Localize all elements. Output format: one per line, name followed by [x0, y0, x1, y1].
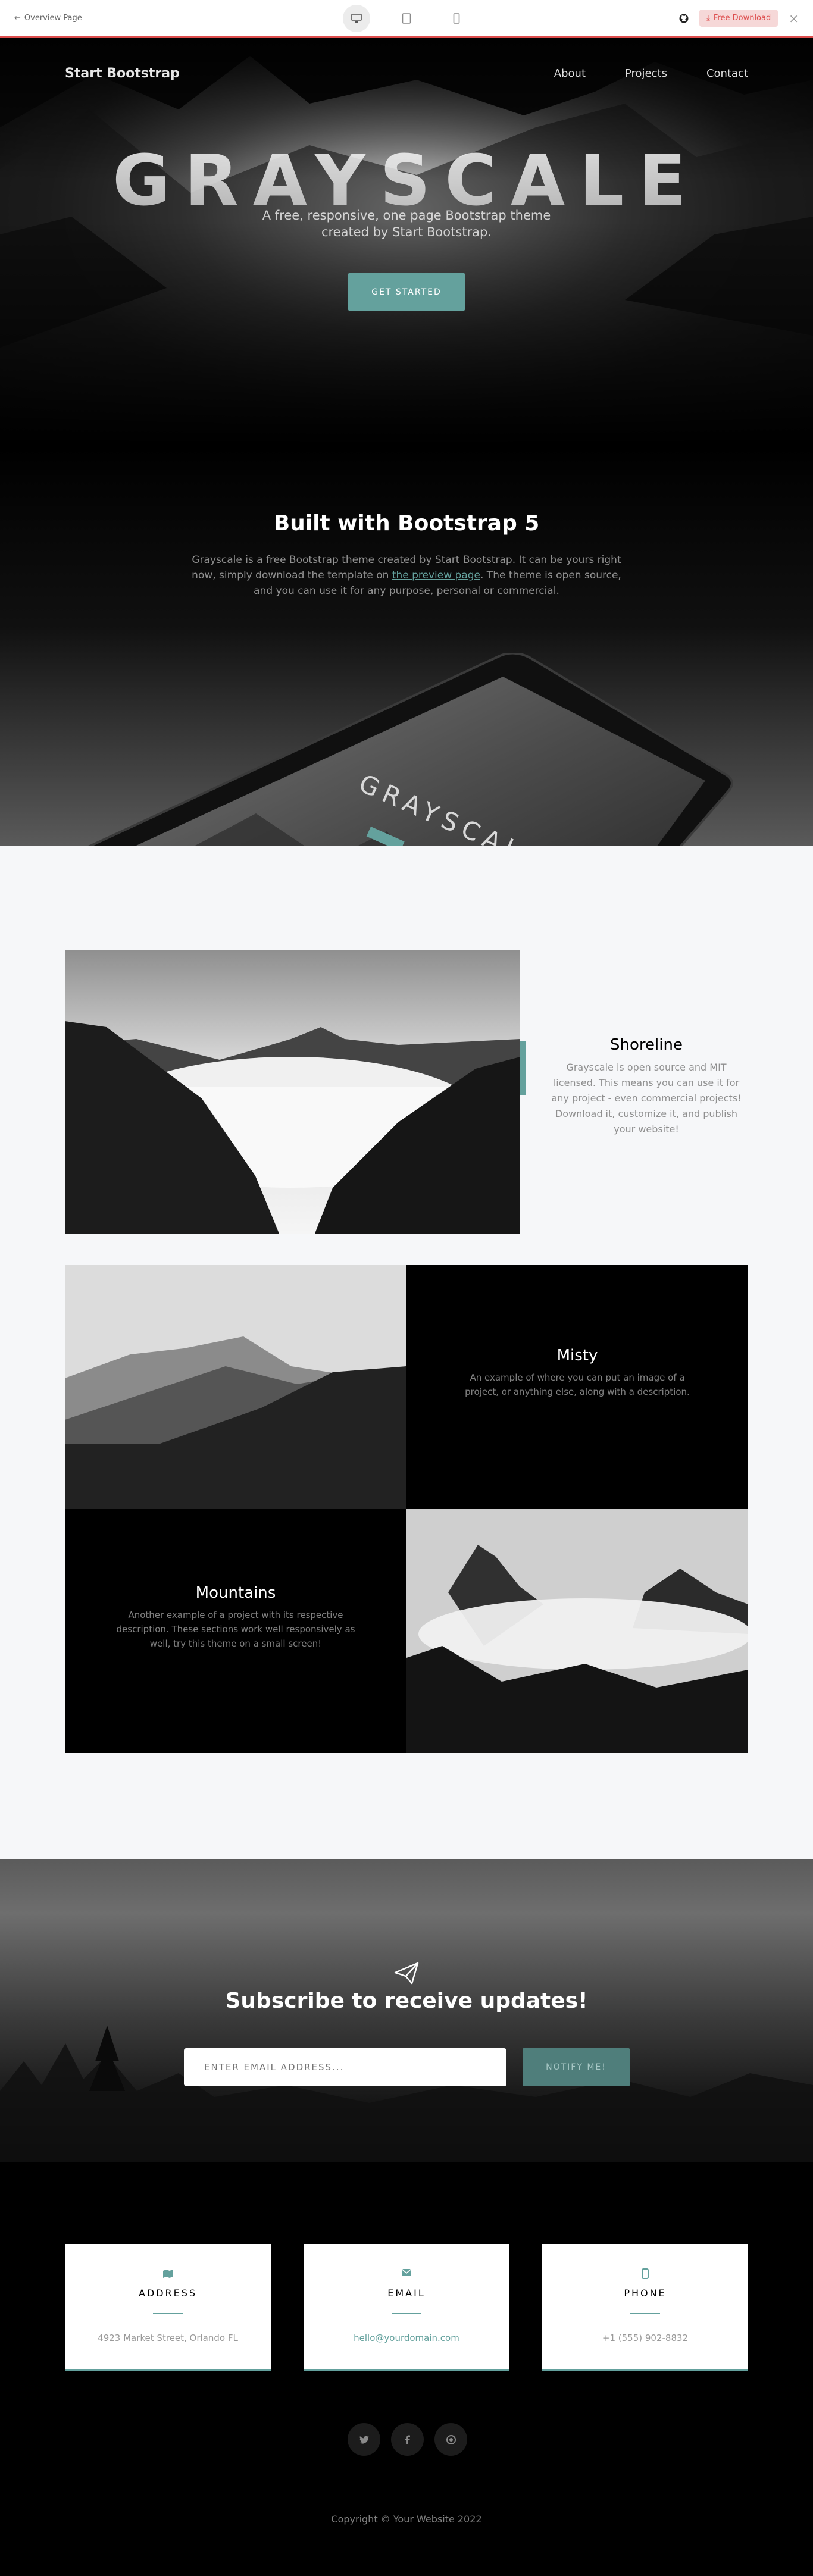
- github-icon: [446, 2434, 456, 2444]
- address-card: ADDRESS 4923 Market Street, Orlando FL: [65, 2244, 271, 2371]
- contact-section: ADDRESS 4923 Market Street, Orlando FL E…: [0, 2162, 813, 2576]
- tablet-mockup-image: GRAYSCALE: [88, 653, 733, 846]
- nav-link-about[interactable]: About: [554, 67, 586, 80]
- hero-mountain-image: [0, 38, 813, 446]
- about-title: Built with Bootstrap 5: [273, 511, 540, 536]
- free-download-button[interactable]: ⤓ Free Download: [699, 10, 778, 27]
- twitter-button[interactable]: [348, 2423, 380, 2456]
- get-started-button[interactable]: GET STARTED: [348, 273, 465, 311]
- navbar-brand[interactable]: Start Bootstrap: [65, 66, 180, 81]
- mountains-text: Mountains Another example of a project w…: [65, 1584, 406, 1651]
- facebook-button[interactable]: [391, 2423, 424, 2456]
- social-links: [348, 2423, 467, 2456]
- preview-toolbar: ← Overview Page ⤓ Free Download ×: [0, 0, 813, 38]
- misty-card: Misty An example of where you can put an…: [406, 1265, 748, 1509]
- tablet-icon: [402, 12, 411, 24]
- misty-title: Misty: [556, 1347, 598, 1364]
- preview-page-link[interactable]: the preview page: [392, 569, 480, 581]
- about-section: Built with Bootstrap 5 Grayscale is a fr…: [0, 446, 813, 846]
- nav-link-contact[interactable]: Contact: [706, 67, 748, 80]
- phone-label: PHONE: [624, 2287, 667, 2299]
- nav-links: About Projects Contact: [554, 67, 748, 80]
- close-icon[interactable]: ×: [789, 11, 799, 26]
- map-icon: [163, 2270, 173, 2278]
- misty-description: An example of where you can put an image…: [465, 1372, 690, 1397]
- nav-link-projects[interactable]: Projects: [625, 67, 667, 80]
- arrow-left-icon: ←: [14, 14, 21, 23]
- copyright-text: Copyright © Your Website 2022: [331, 2514, 482, 2525]
- main-navbar: Start Bootstrap About Projects Contact: [0, 62, 813, 84]
- mountains-title: Mountains: [195, 1584, 276, 1602]
- mountains-description: Another example of a project with its re…: [116, 1610, 355, 1649]
- phone-icon: [453, 12, 460, 24]
- divider: [392, 2313, 421, 2314]
- mountains-card: Mountains Another example of a project w…: [65, 1509, 406, 1753]
- desktop-view-button[interactable]: [343, 4, 370, 32]
- desktop-icon: [351, 13, 362, 23]
- tablet-view-button[interactable]: [393, 5, 420, 32]
- mobile-icon: [642, 2268, 649, 2279]
- featured-accent-bar: [520, 1041, 526, 1095]
- featured-project-title: Shoreline: [610, 1036, 683, 1054]
- misty-mountains-image: [65, 1265, 406, 1509]
- free-download-label: Free Download: [713, 14, 771, 23]
- projects-section: Shoreline Grayscale is open source and M…: [0, 846, 813, 1859]
- divider: [630, 2313, 660, 2314]
- phone-card: PHONE +1 (555) 902-8832: [542, 2244, 748, 2371]
- about-text: Grayscale is a free Bootstrap theme crea…: [187, 552, 626, 599]
- device-switcher: [343, 4, 470, 32]
- address-label: ADDRESS: [138, 2287, 198, 2299]
- paper-plane-icon: [394, 1962, 419, 1985]
- email-link[interactable]: hello@yourdomain.com: [304, 2333, 509, 2343]
- phone-view-button[interactable]: [443, 5, 470, 32]
- mountains-image: [406, 1509, 748, 1753]
- overview-label: Overview Page: [24, 14, 82, 23]
- preview-actions: ⤓ Free Download ×: [679, 10, 799, 27]
- github-icon[interactable]: [679, 14, 689, 23]
- featured-project-description: Grayscale is open source and MIT license…: [551, 1062, 742, 1135]
- github-button[interactable]: [434, 2423, 467, 2456]
- email-card: EMAIL hello@yourdomain.com: [304, 2244, 509, 2371]
- featured-project-image: [65, 950, 520, 1234]
- masthead: Start Bootstrap About Projects Contact G…: [0, 38, 813, 446]
- signup-section: Subscribe to receive updates! NOTIFY ME!: [0, 1859, 813, 2162]
- facebook-icon: [405, 2435, 410, 2444]
- phone-value: +1 (555) 902-8832: [602, 2333, 689, 2343]
- email-input[interactable]: [184, 2048, 506, 2086]
- divider: [153, 2313, 183, 2314]
- email-label: EMAIL: [387, 2287, 426, 2299]
- overview-link[interactable]: ← Overview Page: [14, 14, 82, 23]
- signup-title: Subscribe to receive updates!: [225, 1989, 588, 2013]
- misty-text: Misty An example of where you can put an…: [406, 1347, 748, 1399]
- foggy-peaks-image: [406, 1509, 748, 1753]
- mountain-fog-image: [65, 950, 520, 1234]
- misty-image: [65, 1265, 406, 1509]
- download-icon: ⤓: [706, 14, 710, 23]
- twitter-icon: [359, 2435, 369, 2444]
- hero-subtitle: A free, responsive, one page Bootstrap t…: [262, 208, 551, 239]
- address-value: 4923 Market Street, Orlando FL: [98, 2333, 238, 2343]
- envelope-icon: [401, 2268, 412, 2276]
- featured-project-text: Shoreline Grayscale is open source and M…: [548, 1036, 745, 1137]
- notify-me-button[interactable]: NOTIFY ME!: [523, 2048, 630, 2086]
